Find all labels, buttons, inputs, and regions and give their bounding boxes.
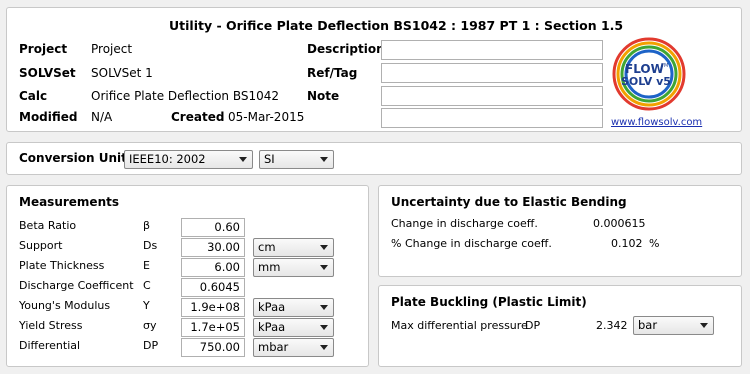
project-value: Project	[91, 42, 133, 56]
yield-stress-unit-select[interactable]: kPaa	[253, 318, 334, 337]
calc-label: Calc	[19, 89, 48, 103]
uncertainty-panel: Uncertainty due to Elastic Bending Chang…	[378, 185, 742, 277]
created-value: 05-Mar-2015	[228, 110, 305, 124]
conversion-standard-select[interactable]: IEEE10: 2002	[124, 150, 253, 169]
max-diff-pressure-symbol: DP	[525, 319, 541, 332]
plate-thickness-symbol: E	[143, 259, 150, 272]
buckling-panel: Plate Buckling (Plastic Limit) Max diffe…	[378, 285, 742, 367]
calc-value: Orifice Plate Deflection BS1042	[91, 89, 280, 103]
differential-input[interactable]: 750.00	[181, 338, 245, 357]
conversion-unit-label: Conversion Unit	[19, 151, 127, 165]
pct-change-discharge-label: % Change in discharge coeff.	[391, 237, 552, 250]
created-label: Created	[171, 110, 225, 124]
unit-system-select[interactable]: SI	[259, 150, 334, 169]
modified-label: Modified	[19, 110, 78, 124]
youngs-modulus-unit-value: kPaa	[258, 300, 286, 314]
buckling-unit-select[interactable]: bar	[633, 316, 714, 335]
support-symbol: Ds	[143, 239, 158, 252]
differential-unit-value: mbar	[258, 340, 289, 354]
pct-change-discharge-value: 0.102	[611, 237, 643, 250]
conversion-panel: Conversion Unit IEEE10: 2002 SI	[6, 142, 742, 175]
support-label: Support	[19, 239, 63, 252]
youngs-modulus-unit-select[interactable]: kPaa	[253, 298, 334, 317]
plate-thickness-label: Plate Thickness	[19, 259, 105, 272]
buckling-title: Plate Buckling (Plastic Limit)	[391, 295, 587, 309]
max-diff-pressure-value: 2.342	[596, 319, 628, 332]
note-field[interactable]	[381, 86, 603, 106]
beta-ratio-input[interactable]: 0.60	[181, 218, 245, 237]
plate-thickness-unit-value: mm	[258, 260, 281, 274]
solvset-value: SOLVSet 1	[91, 66, 153, 80]
chevron-down-icon	[320, 265, 328, 270]
conversion-standard-value: IEEE10: 2002	[129, 152, 206, 166]
page-title: Utility - Orifice Plate Deflection BS104…	[169, 18, 624, 33]
change-discharge-value: 0.000615	[593, 217, 646, 230]
support-unit-value: cm	[258, 240, 276, 254]
chevron-down-icon	[700, 323, 708, 328]
project-label: Project	[19, 42, 68, 56]
chevron-down-icon	[320, 325, 328, 330]
youngs-modulus-symbol: Y	[143, 299, 150, 312]
discharge-coefficient-label: Discharge Coefficent	[19, 279, 134, 292]
uncertainty-title: Uncertainty due to Elastic Bending	[391, 195, 627, 209]
chevron-down-icon	[320, 245, 328, 250]
buckling-unit-value: bar	[638, 318, 658, 332]
beta-ratio-label: Beta Ratio	[19, 219, 77, 232]
solvset-label: SOLVSet	[19, 66, 76, 80]
note-label: Note	[307, 89, 340, 103]
differential-unit-select[interactable]: mbar	[253, 338, 334, 357]
logo-text-solv: SOLV v5	[621, 75, 671, 88]
logo-text-flow: FLOW	[625, 62, 664, 76]
measurements-panel: Measurements Beta Ratio β 0.60 Support D…	[6, 185, 369, 367]
differential-label: Differential	[19, 339, 81, 352]
differential-symbol: DP	[143, 339, 159, 352]
chevron-down-icon	[239, 157, 247, 162]
measurements-title: Measurements	[19, 195, 119, 209]
discharge-coefficient-input[interactable]: 0.6045	[181, 278, 245, 297]
description-field[interactable]	[381, 40, 603, 60]
reftag-label: Ref/Tag	[307, 66, 358, 80]
yield-stress-unit-value: kPaa	[258, 320, 286, 334]
plate-thickness-input[interactable]: 6.00	[181, 258, 245, 277]
description-label: Description	[307, 42, 385, 56]
chevron-down-icon	[320, 157, 328, 162]
support-input[interactable]: 30.00	[181, 238, 245, 257]
max-diff-pressure-label: Max differential pressure	[391, 319, 528, 332]
yield-stress-input[interactable]: 1.7e+05	[181, 318, 245, 337]
support-unit-select[interactable]: cm	[253, 238, 334, 257]
modified-value: N/A	[91, 110, 113, 124]
chevron-down-icon	[320, 305, 328, 310]
change-discharge-label: Change in discharge coeff.	[391, 217, 538, 230]
flowsolv-logo: FLOW TM SOLV v5	[611, 36, 687, 112]
youngs-modulus-input[interactable]: 1.9e+08	[181, 298, 245, 317]
discharge-coefficient-symbol: C	[143, 279, 151, 292]
plate-thickness-unit-select[interactable]: mm	[253, 258, 334, 277]
unit-system-value: SI	[264, 152, 275, 166]
beta-ratio-symbol: β	[143, 219, 151, 232]
chevron-down-icon	[320, 345, 328, 350]
extra-field[interactable]	[381, 108, 603, 128]
pct-unit: %	[649, 237, 660, 250]
yield-stress-label: Yield Stress	[19, 319, 83, 332]
youngs-modulus-label: Young's Modulus	[19, 299, 111, 312]
yield-stress-symbol: σy	[143, 319, 157, 332]
flowsolv-link[interactable]: www.flowsolv.com	[611, 117, 702, 128]
info-panel: Utility - Orifice Plate Deflection BS104…	[6, 7, 742, 132]
reftag-field[interactable]	[381, 63, 603, 83]
logo-tm: TM	[661, 63, 669, 69]
